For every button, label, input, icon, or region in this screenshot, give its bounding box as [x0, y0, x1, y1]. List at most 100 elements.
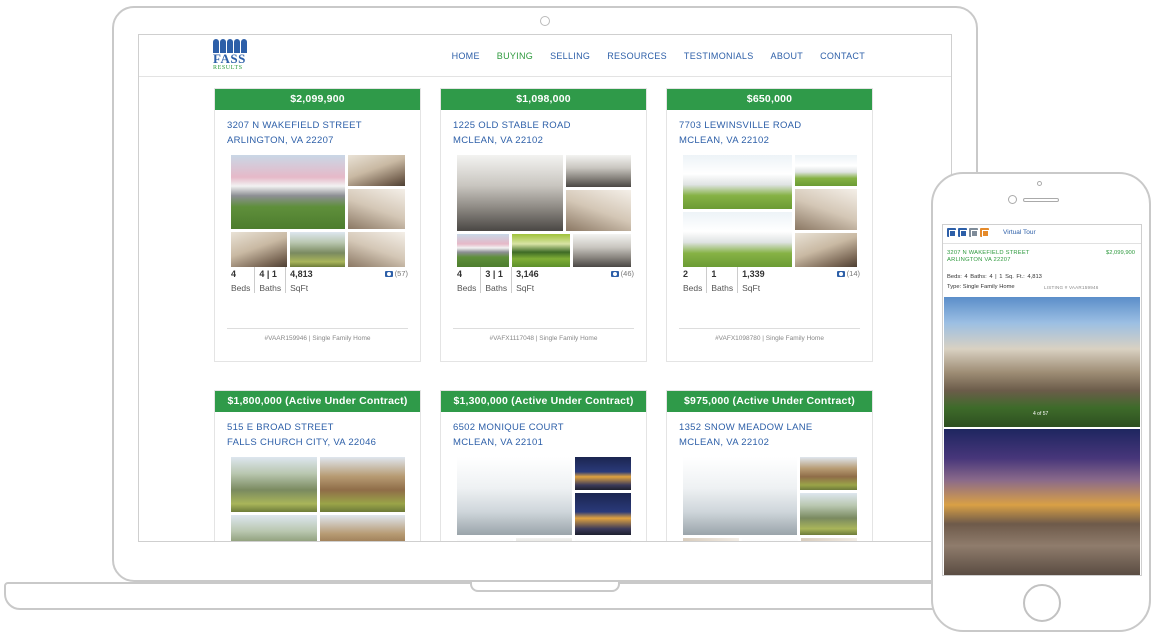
photo-grid[interactable]	[682, 154, 858, 268]
nav-about[interactable]: ABOUT	[771, 51, 804, 61]
mobile-listing-number: LISTING # VAAR159946	[1044, 285, 1099, 290]
photo-count[interactable]: (46)	[610, 269, 634, 278]
phone-home-button[interactable]	[1023, 584, 1061, 622]
listing-photo	[456, 456, 573, 536]
listing-address[interactable]: 515 E BROAD STREET FALLS CHURCH CITY, VA…	[215, 412, 420, 450]
mobile-photo-night[interactable]	[944, 429, 1140, 575]
listing-card[interactable]: $1,800,000 (Active Under Contract) 515 E…	[214, 390, 421, 541]
listing-photo	[794, 154, 858, 187]
listing-card[interactable]: $2,099,900 3207 N WAKEFIELD STREET ARLIN…	[214, 88, 421, 362]
listing-address[interactable]: 1225 OLD STABLE ROAD MCLEAN, VA 22102	[441, 110, 646, 148]
sqft-label: SqFt	[516, 283, 535, 293]
city: MCLEAN, VA 22102	[453, 135, 544, 146]
listing-photo	[456, 233, 510, 268]
laptop-notch	[470, 582, 620, 592]
listing-photo	[456, 537, 514, 541]
baths-label: Baths	[485, 283, 508, 293]
photo-count-value: (57)	[394, 269, 408, 278]
photo-grid[interactable]	[230, 456, 406, 541]
listing-address[interactable]: 3207 N WAKEFIELD STREET ARLINGTON, VA 22…	[215, 110, 420, 148]
nav-home[interactable]: HOME	[452, 51, 480, 61]
listing-photo	[230, 514, 318, 541]
listing-card[interactable]: $1,300,000 (Active Under Contract) 6502 …	[440, 390, 647, 541]
mls-info: #VAFX1117048 | Single Family Home	[489, 335, 598, 342]
baths-value: 1	[711, 269, 717, 279]
logo-name: FASS	[213, 51, 246, 66]
sqft-value: 3,146	[516, 269, 539, 279]
listing-photo	[319, 456, 406, 513]
divider	[227, 328, 408, 329]
laptop-screen: FASS RESULTS HOME BUYING SELLING RESOURC…	[138, 34, 952, 542]
nav-testimonials[interactable]: TESTIMONIALS	[684, 51, 754, 61]
listing-address[interactable]: 1352 SNOW MEADOW LANE MCLEAN, VA 22102	[667, 412, 872, 450]
listing-photo	[319, 514, 406, 541]
photo-grid[interactable]	[230, 154, 406, 268]
phone-screen: Virtual Tour 3207 N WAKEFIELD STREET ARL…	[942, 224, 1142, 576]
nav-contact[interactable]: CONTACT	[820, 51, 865, 61]
price-bar: $650,000	[667, 89, 872, 110]
share-icon[interactable]	[947, 228, 956, 237]
site-logo[interactable]: FASS RESULTS	[213, 39, 253, 73]
beds-label: Beds	[683, 283, 703, 293]
phone-camera	[1037, 181, 1042, 186]
nav-buying[interactable]: BUYING	[497, 51, 533, 61]
listing-stats: 4 Beds 3 | 1 Baths 3,146 SqFt	[453, 267, 543, 293]
baths-label: Baths	[711, 283, 734, 293]
mls-info: #VAAR159946 | Single Family Home	[264, 335, 371, 342]
photo-grid[interactable]	[456, 456, 632, 541]
virtual-tour-link[interactable]: Virtual Tour	[1003, 229, 1036, 236]
price-bar: $1,098,000	[441, 89, 646, 110]
nav-resources[interactable]: RESOURCES	[607, 51, 667, 61]
save-icon[interactable]	[958, 228, 967, 237]
divider	[943, 243, 1141, 244]
listing-photo	[230, 231, 288, 268]
listing-stats: 2 Beds 1 Baths 1,339 SqFt	[679, 267, 769, 293]
photo-grid[interactable]	[682, 456, 858, 541]
listing-photo	[574, 492, 632, 536]
listing-photo	[289, 231, 346, 268]
listing-photo	[799, 456, 858, 491]
street: 515 E BROAD STREET	[227, 422, 334, 433]
mobile-address: 3207 N WAKEFIELD STREET ARLINGTON VA 222…	[947, 250, 1030, 264]
map-icon[interactable]	[980, 228, 989, 237]
listing-photo	[741, 537, 799, 541]
print-icon[interactable]	[969, 228, 978, 237]
listing-photo	[515, 537, 573, 541]
sqft-value: 1,339	[742, 269, 765, 279]
listing-photo	[794, 188, 858, 231]
listing-card[interactable]: $975,000 (Active Under Contract) 1352 SN…	[666, 390, 873, 541]
photo-count[interactable]: (57)	[384, 269, 408, 278]
mobile-photo-exterior[interactable]	[944, 297, 1140, 427]
listing-photo	[565, 189, 632, 232]
listing-photo	[574, 537, 632, 541]
city: ARLINGTON, VA 22207	[227, 135, 334, 146]
listing-card[interactable]: $1,098,000 1225 OLD STABLE ROAD MCLEAN, …	[440, 88, 647, 362]
camera-icon	[836, 270, 845, 277]
photo-count-value: (46)	[620, 269, 634, 278]
divider	[453, 328, 634, 329]
baths-value: 3 | 1	[485, 269, 503, 279]
listing-photo	[347, 231, 406, 268]
listing-card[interactable]: $650,000 7703 LEWINSVILLE ROAD MCLEAN, V…	[666, 88, 873, 362]
listing-photo	[347, 188, 406, 230]
phone-speaker	[1023, 198, 1059, 202]
photo-count[interactable]: (14)	[836, 269, 860, 278]
listing-address[interactable]: 6502 MONIQUE COURT MCLEAN, VA 22101	[441, 412, 646, 450]
photo-count-value: (14)	[846, 269, 860, 278]
listing-photo	[456, 154, 564, 232]
camera-icon	[610, 270, 619, 277]
beds-value: 4	[457, 269, 463, 279]
mobile-type: Type: Single Family Home	[947, 284, 1015, 290]
listing-photo	[230, 154, 346, 230]
nav-selling[interactable]: SELLING	[550, 51, 590, 61]
photo-grid[interactable]	[456, 154, 632, 268]
listing-photo	[572, 233, 632, 268]
city: MCLEAN, VA 22102	[679, 135, 770, 146]
beds-value: 2	[683, 269, 689, 279]
price-bar: $1,300,000 (Active Under Contract)	[441, 391, 646, 412]
listing-photo	[682, 537, 740, 541]
sqft-label: SqFt	[290, 283, 309, 293]
mobile-street: 3207 N WAKEFIELD STREET	[947, 250, 1030, 256]
listing-photo	[347, 154, 406, 187]
listing-address[interactable]: 7703 LEWINSVILLE ROAD MCLEAN, VA 22102	[667, 110, 872, 148]
